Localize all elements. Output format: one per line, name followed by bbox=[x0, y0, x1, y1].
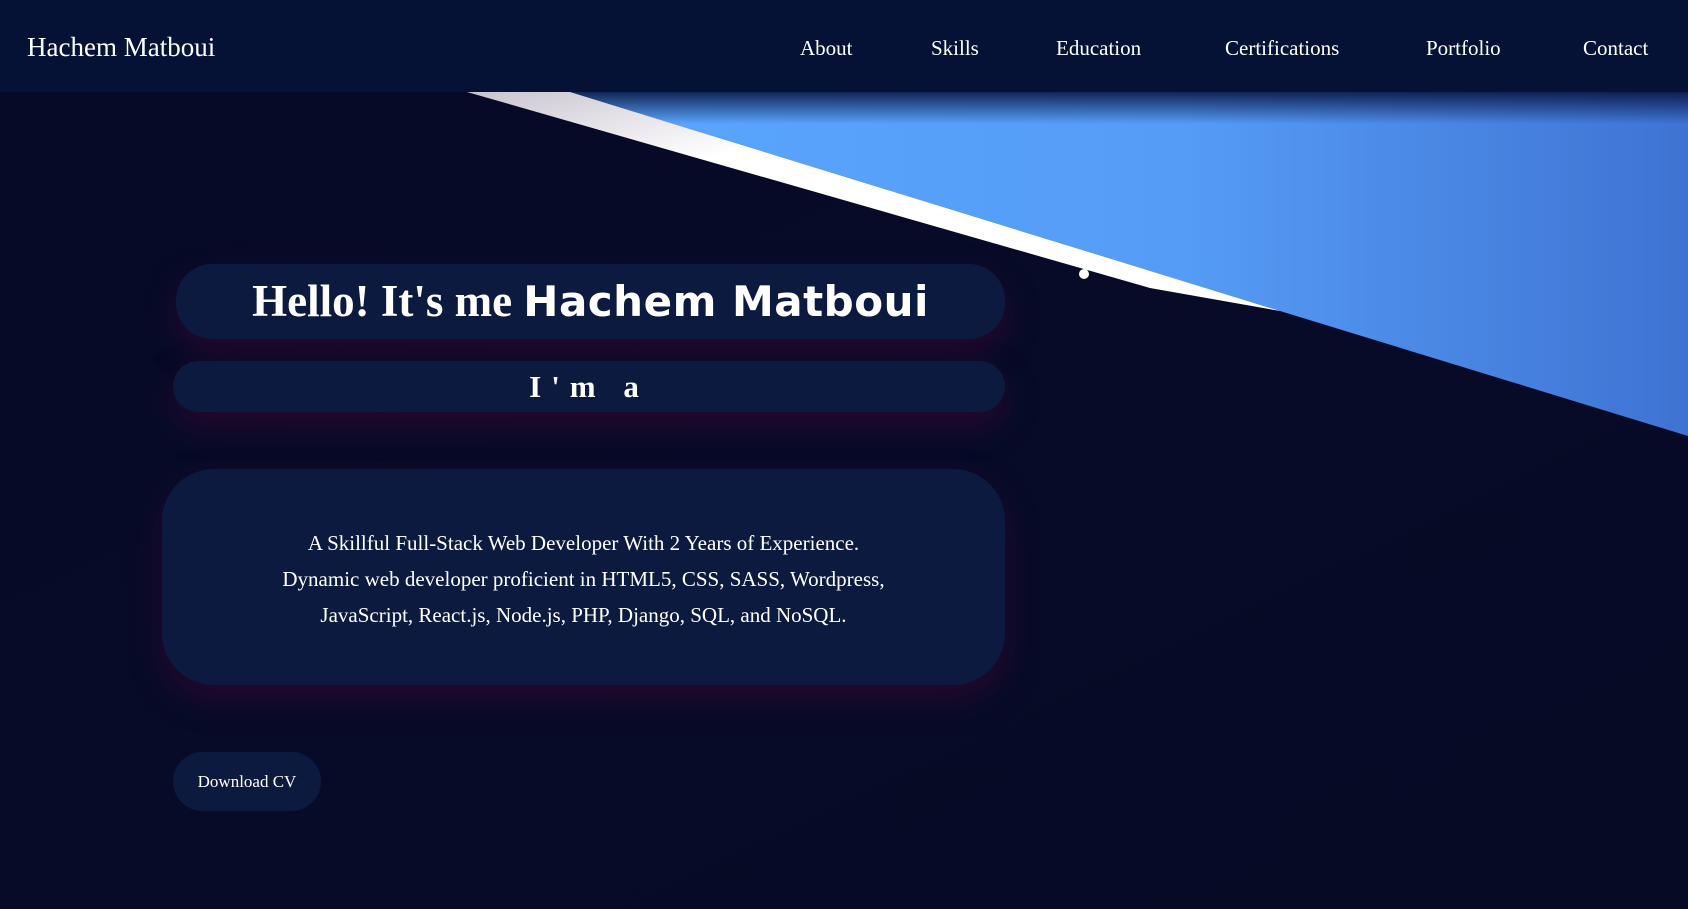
nav-link-about[interactable]: About bbox=[800, 30, 853, 66]
description-line: Dynamic web developer proficient in HTML… bbox=[282, 567, 885, 591]
brand-logo[interactable]: Hachem Matboui bbox=[27, 26, 215, 68]
description-line: A Skillful Full-Stack Web Developer With… bbox=[307, 531, 860, 555]
decor-dot bbox=[1079, 269, 1089, 279]
nav-link-contact[interactable]: Contact bbox=[1583, 30, 1648, 66]
description-line: JavaScript, React.js, Node.js, PHP, Djan… bbox=[320, 603, 847, 627]
nav-link-certifications[interactable]: Certifications bbox=[1225, 30, 1339, 66]
role-panel: I'm a bbox=[173, 361, 1005, 412]
greeting-name: Hachem Matboui bbox=[523, 277, 929, 326]
download-cv-button[interactable]: Download CV bbox=[173, 752, 321, 811]
nav-link-portfolio[interactable]: Portfolio bbox=[1426, 30, 1501, 66]
greeting-heading: Hello! It's me Hachem Matboui bbox=[176, 264, 1005, 339]
greeting-panel: Hello! It's me Hachem Matboui bbox=[176, 264, 1005, 339]
navbar: Hachem Matboui About Skills Education Ce… bbox=[0, 0, 1688, 92]
description-text: A Skillful Full-Stack Web Developer With… bbox=[222, 525, 945, 633]
greeting-prefix: Hello! It's me bbox=[252, 276, 524, 326]
description-panel: A Skillful Full-Stack Web Developer With… bbox=[162, 469, 1005, 685]
nav-link-skills[interactable]: Skills bbox=[931, 30, 979, 66]
role-typing-text: I'm a bbox=[529, 369, 649, 404]
nav-link-education[interactable]: Education bbox=[1056, 30, 1141, 66]
